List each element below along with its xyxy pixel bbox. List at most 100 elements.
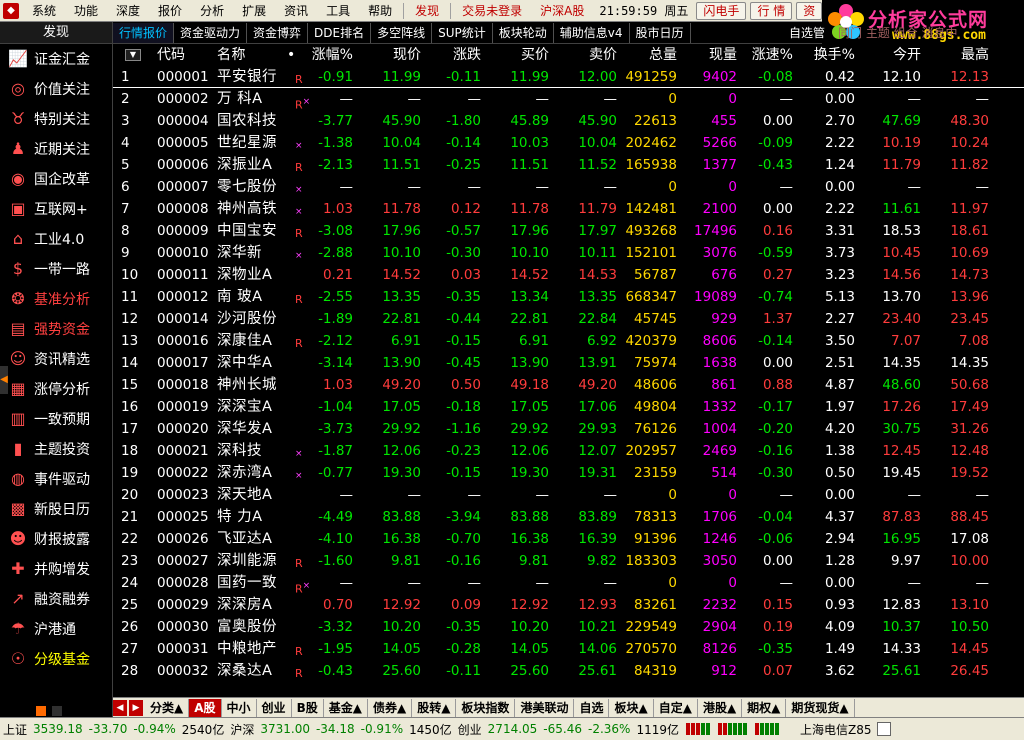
sidebar-collapse-arrow-icon[interactable]: ◀ bbox=[0, 366, 8, 394]
sidebar-item-13[interactable]: ▥ 一致预期 bbox=[0, 404, 112, 434]
tab-8[interactable]: 辅助信息v4 bbox=[554, 22, 630, 43]
column-high[interactable]: 最高 bbox=[925, 44, 989, 66]
market-tab-2[interactable]: A股 bbox=[189, 698, 222, 717]
table-row[interactable]: 28 000032 深桑达A -0.43 25.60 -0.11 25.60 25.61 843… bbox=[113, 660, 1024, 682]
column-change-pct[interactable]: 涨幅% bbox=[303, 44, 353, 66]
tab-2[interactable]: 资金驱动力 bbox=[174, 22, 248, 43]
market-tab-15[interactable]: 期权▲ bbox=[742, 698, 787, 717]
market-tab-14[interactable]: 港股▲ bbox=[698, 698, 743, 717]
page-dot-active[interactable] bbox=[36, 706, 46, 716]
market-tab-12[interactable]: 板块▲ bbox=[609, 698, 654, 717]
sidebar-item-7[interactable]: ⌂ 工业4.0 bbox=[0, 224, 112, 254]
sidebar-item-18[interactable]: ✚ 并购增发 bbox=[0, 554, 112, 584]
menu-extend[interactable]: 扩展 bbox=[233, 0, 275, 22]
tab-5[interactable]: 多空阵线 bbox=[371, 22, 433, 43]
quote-button[interactable]: 行 情 bbox=[750, 1, 793, 20]
tab-1[interactable]: 行情报价 bbox=[113, 22, 175, 43]
column-diff[interactable]: 涨跌 bbox=[425, 44, 481, 66]
market-tab-13[interactable]: 自定▲ bbox=[654, 698, 698, 717]
page-dot[interactable] bbox=[52, 706, 62, 716]
menu-market-select[interactable]: 沪深A股 bbox=[531, 0, 593, 22]
table-row[interactable]: 24 000028 国药一致 — — — — —0 0—0.00— — R× bbox=[113, 572, 1024, 596]
table-row[interactable]: 7 000008 神州高铁 1.03 11.78 0.12 11.78 11.79 142481… bbox=[113, 198, 1024, 220]
sidebar-item-8[interactable]: $ 一带一路 bbox=[0, 254, 112, 284]
sidebar-item-17[interactable]: ☻ 财报披露 bbox=[0, 524, 112, 554]
market-tab-1[interactable]: 分类▲ bbox=[145, 698, 190, 717]
market-tab-9[interactable]: 板块指数 bbox=[456, 698, 516, 717]
market-tab-8[interactable]: 股转▲ bbox=[412, 698, 457, 717]
menu-system[interactable]: 系统 bbox=[23, 0, 65, 22]
watchlist-label[interactable]: 自选管 bbox=[789, 24, 825, 41]
table-row[interactable]: 2 000002 万 科A — — — — —0 0—0.00— — R× bbox=[113, 88, 1024, 112]
table-row[interactable]: 17 000020 深华发A -3.73 29.92 -1.16 29.92 29.93 761… bbox=[113, 418, 1024, 440]
column-turnover[interactable]: 换手% bbox=[797, 44, 855, 66]
sidebar-item-11[interactable]: ☺ 资讯精选 bbox=[0, 344, 112, 374]
table-row[interactable]: 8 000009 中国宝安 -3.08 17.96 -0.57 17.96 17.97 4932… bbox=[113, 220, 1024, 242]
tab-7[interactable]: 板块轮动 bbox=[493, 22, 554, 43]
watchlist-extra[interactable]: 同门 主题 组合 消息中 bbox=[838, 24, 957, 41]
table-row[interactable]: 9 000010 深华新 -2.88 10.10 -0.30 10.10 10.11 15210… bbox=[113, 242, 1024, 264]
menu-discover[interactable]: 发现 bbox=[406, 0, 448, 22]
table-row[interactable]: 14 000017 深中华A -3.14 13.90 -0.45 13.90 13.91 759… bbox=[113, 352, 1024, 374]
tab-scroll-left-icon[interactable]: ◀ bbox=[113, 699, 127, 716]
tab-4[interactable]: DDE排名 bbox=[308, 22, 372, 43]
market-tab-4[interactable]: 创业 bbox=[257, 698, 292, 717]
market-tab-11[interactable]: 自选 bbox=[574, 698, 610, 717]
sidebar-item-20[interactable]: ☂ 沪港通 bbox=[0, 614, 112, 644]
sidebar-item-5[interactable]: ◉ 国企改革 bbox=[0, 164, 112, 194]
market-tab-10[interactable]: 港美联动 bbox=[515, 698, 575, 717]
table-row[interactable]: 23 000027 深圳能源 -1.60 9.81 -0.16 9.81 9.82 183303… bbox=[113, 550, 1024, 572]
table-row[interactable]: 27 000031 中粮地产 -1.95 14.05 -0.28 14.05 14.06 270… bbox=[113, 638, 1024, 660]
column-menu-dropdown-icon[interactable]: ▼ bbox=[125, 49, 141, 61]
menu-info[interactable]: 资讯 bbox=[275, 0, 317, 22]
sidebar-item-14[interactable]: ▮ 主题投资 bbox=[0, 434, 112, 464]
tab-6[interactable]: SUP统计 bbox=[432, 22, 493, 43]
column-bid[interactable]: 买价 bbox=[487, 44, 549, 66]
table-row[interactable]: 26 000030 富奥股份 -3.32 10.20 -0.35 10.20 10.21 229… bbox=[113, 616, 1024, 638]
menu-trade-login[interactable]: 交易未登录 bbox=[453, 0, 531, 22]
column-ask[interactable]: 卖价 bbox=[555, 44, 617, 66]
server-name[interactable]: 上海电信Z85 bbox=[797, 721, 875, 738]
sidebar-item-9[interactable]: ❂ 基准分析 bbox=[0, 284, 112, 314]
table-row[interactable]: 1 000001 平安银行 -0.91 11.99 -0.11 11.99 12.00 4912… bbox=[113, 66, 1024, 88]
column-price[interactable]: 现价 bbox=[361, 44, 421, 66]
menu-function[interactable]: 功能 bbox=[65, 0, 107, 22]
cy-index[interactable]: 2714.05 bbox=[485, 722, 541, 736]
market-tab-6[interactable]: 基金▲ bbox=[324, 698, 368, 717]
column-volume[interactable]: 总量 bbox=[613, 44, 677, 66]
column-code[interactable]: 代码 bbox=[157, 44, 217, 66]
sidebar-item-3[interactable]: ♉ 特别关注 bbox=[0, 104, 112, 134]
column-name[interactable]: 名称 bbox=[217, 44, 295, 66]
sh-index[interactable]: 3539.18 bbox=[30, 722, 86, 736]
flash-trade-button[interactable]: 闪电手 bbox=[696, 1, 747, 20]
table-row[interactable]: 16 000019 深深宝A -1.04 17.05 -0.18 17.05 17.06 498… bbox=[113, 396, 1024, 418]
menu-depth[interactable]: 深度 bbox=[107, 0, 149, 22]
table-row[interactable]: 4 000005 世纪星源 -1.38 10.04 -0.14 10.03 10.04 2024… bbox=[113, 132, 1024, 154]
menu-quote[interactable]: 报价 bbox=[149, 0, 191, 22]
table-row[interactable]: 19 000022 深赤湾A -0.77 19.30 -0.15 19.30 19.31 231… bbox=[113, 462, 1024, 484]
table-row[interactable]: 25 000029 深深房A 0.70 12.92 0.09 12.92 12.93 83261… bbox=[113, 594, 1024, 616]
sidebar-item-12[interactable]: ▦ 涨停分析 bbox=[0, 374, 112, 404]
table-row[interactable]: 13 000016 深康佳A -2.12 6.91 -0.15 6.91 6.92 420379… bbox=[113, 330, 1024, 352]
table-row[interactable]: 22 000026 飞亚达A -4.10 16.38 -0.70 16.38 16.39 913… bbox=[113, 528, 1024, 550]
column-current-volume[interactable]: 现量 bbox=[677, 44, 737, 66]
column-speed[interactable]: 涨速% bbox=[737, 44, 793, 66]
sidebar-item-15[interactable]: ◍ 事件驱动 bbox=[0, 464, 112, 494]
sidebar-item-21[interactable]: ☉ 分级基金 bbox=[0, 644, 112, 674]
menu-analysis[interactable]: 分析 bbox=[191, 0, 233, 22]
sidebar-item-6[interactable]: ▣ 互联网+ bbox=[0, 194, 112, 224]
menu-tools[interactable]: 工具 bbox=[317, 0, 359, 22]
sidebar-item-4[interactable]: ♟ 近期关注 bbox=[0, 134, 112, 164]
table-row[interactable]: 12 000014 沙河股份 -1.89 22.81 -0.44 22.81 22.84 457… bbox=[113, 308, 1024, 330]
sz-index[interactable]: 3731.00 bbox=[257, 722, 313, 736]
table-row[interactable]: 20 000023 深天地A — — — — — 0 0 — 0.00 — — bbox=[113, 484, 1024, 506]
info-button[interactable]: 资 bbox=[796, 1, 823, 20]
tab-scroll-right-icon[interactable]: ▶ bbox=[129, 699, 143, 716]
sidebar-item-1[interactable]: 📈 证金汇金 bbox=[0, 44, 112, 74]
market-tab-16[interactable]: 期货现货▲ bbox=[786, 698, 855, 717]
table-row[interactable]: 5 000006 深振业A -2.13 11.51 -0.25 11.51 11.52 1659… bbox=[113, 154, 1024, 176]
table-row[interactable]: 11 000012 南 玻A -2.55 13.35 -0.35 13.34 13.35 668… bbox=[113, 286, 1024, 308]
table-row[interactable]: 10 000011 深物业A 0.21 14.52 0.03 14.52 14.53 56787… bbox=[113, 264, 1024, 286]
sidebar-item-19[interactable]: ↗ 融资融券 bbox=[0, 584, 112, 614]
table-row[interactable]: 6 000007 零七股份 — — — — —0 0—0.00— — × bbox=[113, 176, 1024, 198]
